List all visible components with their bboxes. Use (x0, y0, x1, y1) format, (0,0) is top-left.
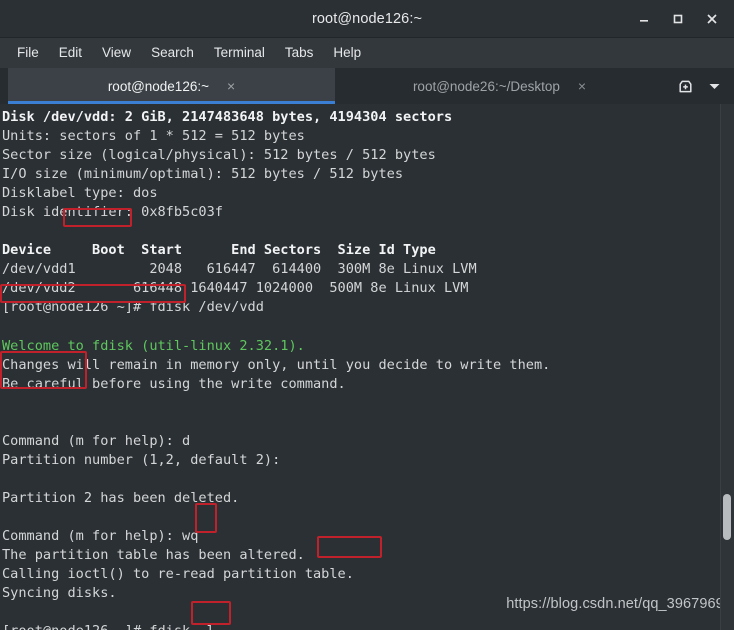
new-tab-icon[interactable] (677, 78, 694, 95)
terminal-line: I/O size (minimum/optimal): 512 bytes / … (2, 166, 404, 183)
tab-node126-label: root@node126:~ (107, 78, 209, 94)
terminal-window: root@node126:~ File Edit View Search Ter… (0, 0, 734, 630)
menu-item-search[interactable]: Search (142, 43, 203, 63)
terminal-line: Changes will remain in memory only, unti… (2, 356, 551, 373)
menu-item-tabs[interactable]: Tabs (276, 43, 323, 63)
tab-node126-close-icon[interactable]: × (227, 79, 235, 93)
menu-item-edit[interactable]: Edit (50, 43, 91, 63)
terminal-line: Partition number (1,2, default 2): (2, 451, 289, 468)
terminal-line: /dev/vdd1 2048 616447 614400 300M 8e Lin… (2, 261, 477, 278)
tab-node26-desktop-close-icon[interactable]: × (578, 79, 586, 93)
terminal-output: Disk /dev/vdd: 2 GiB, 2147483648 bytes, … (0, 104, 734, 630)
window-controls (628, 0, 728, 38)
terminal-line: Disk identifier: 0x8fb5c03f (2, 204, 223, 221)
tab-node26-desktop-label: root@node26:~/Desktop (412, 78, 560, 94)
terminal-line: Command (m for help): wq (2, 528, 199, 545)
menu-item-file[interactable]: File (8, 43, 48, 63)
tab-node26-desktop[interactable]: root@node26:~/Desktop × (335, 68, 664, 104)
terminal-line: /dev/vdd2 616448 1640447 1024000 500M 8e… (2, 280, 469, 297)
terminal-line: Command (m for help): d (2, 432, 191, 449)
terminal-body[interactable]: Disk /dev/vdd: 2 GiB, 2147483648 bytes, … (0, 104, 734, 630)
terminal-line: Partition 2 has been deleted. (2, 489, 240, 506)
terminal-line: Disk /dev/vdd: 2 GiB, 2147483648 bytes, … (2, 109, 453, 125)
terminal-line: Sector size (logical/physical): 512 byte… (2, 147, 436, 164)
terminal-line: Calling ioctl() to re-read partition tab… (2, 566, 354, 583)
chevron-down-icon[interactable] (708, 82, 721, 91)
terminal-line: Be careful before using the write comman… (2, 375, 346, 392)
tab-bar: root@node126:~ × root@node26:~/Desktop × (0, 68, 734, 104)
tab-bar-spacer (0, 68, 8, 104)
terminal-line: Units: sectors of 1 * 512 = 512 bytes (2, 128, 305, 145)
tab-node126[interactable]: root@node126:~ × (8, 68, 335, 104)
minimize-icon[interactable] (628, 4, 660, 34)
terminal-line: [root@node126 ~]# fdisk -l (2, 622, 734, 630)
watermark: https://blog.csdn.net/qq_39679699 (506, 596, 732, 612)
menu-item-terminal[interactable]: Terminal (205, 43, 274, 63)
terminal-scrollbar[interactable] (720, 104, 734, 630)
tab-bar-actions (664, 68, 734, 104)
terminal-scrollbar-thumb[interactable] (723, 494, 731, 540)
terminal-line: [root@node126 ~]# fdisk /dev/vdd (2, 299, 264, 316)
close-icon[interactable] (696, 4, 728, 34)
menu-item-view[interactable]: View (93, 43, 140, 63)
title-bar: root@node126:~ (0, 0, 734, 38)
terminal-line: Disklabel type: dos (2, 185, 158, 202)
terminal-line: Device Boot Start End Sectors Size Id Ty… (2, 242, 436, 259)
window-title: root@node126:~ (311, 10, 423, 27)
terminal-line: The partition table has been altered. (2, 547, 305, 564)
terminal-line: Welcome to fdisk (util-linux 2.32.1). (2, 337, 305, 354)
menu-bar: File Edit View Search Terminal Tabs Help (0, 38, 734, 68)
maximize-icon[interactable] (662, 4, 694, 34)
menu-item-help[interactable]: Help (324, 43, 370, 63)
